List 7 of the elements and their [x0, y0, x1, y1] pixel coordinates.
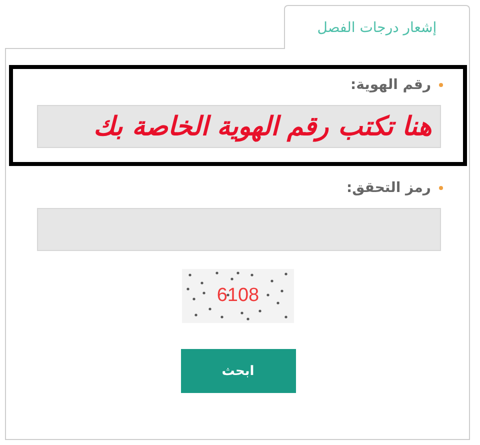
input-field[interactable]: هنا تكتب رقم الهوية الخاصة بك — [37, 105, 441, 148]
input-field[interactable] — [37, 208, 441, 251]
field-label: رقم الهوية: — [350, 77, 431, 93]
captcha-code: 6108 — [216, 285, 260, 307]
field-label: رمز التحقق: — [346, 180, 431, 196]
search-button[interactable]: ابحث — [180, 349, 296, 393]
tab[interactable]: إشعار درجات الفصل — [284, 5, 470, 49]
